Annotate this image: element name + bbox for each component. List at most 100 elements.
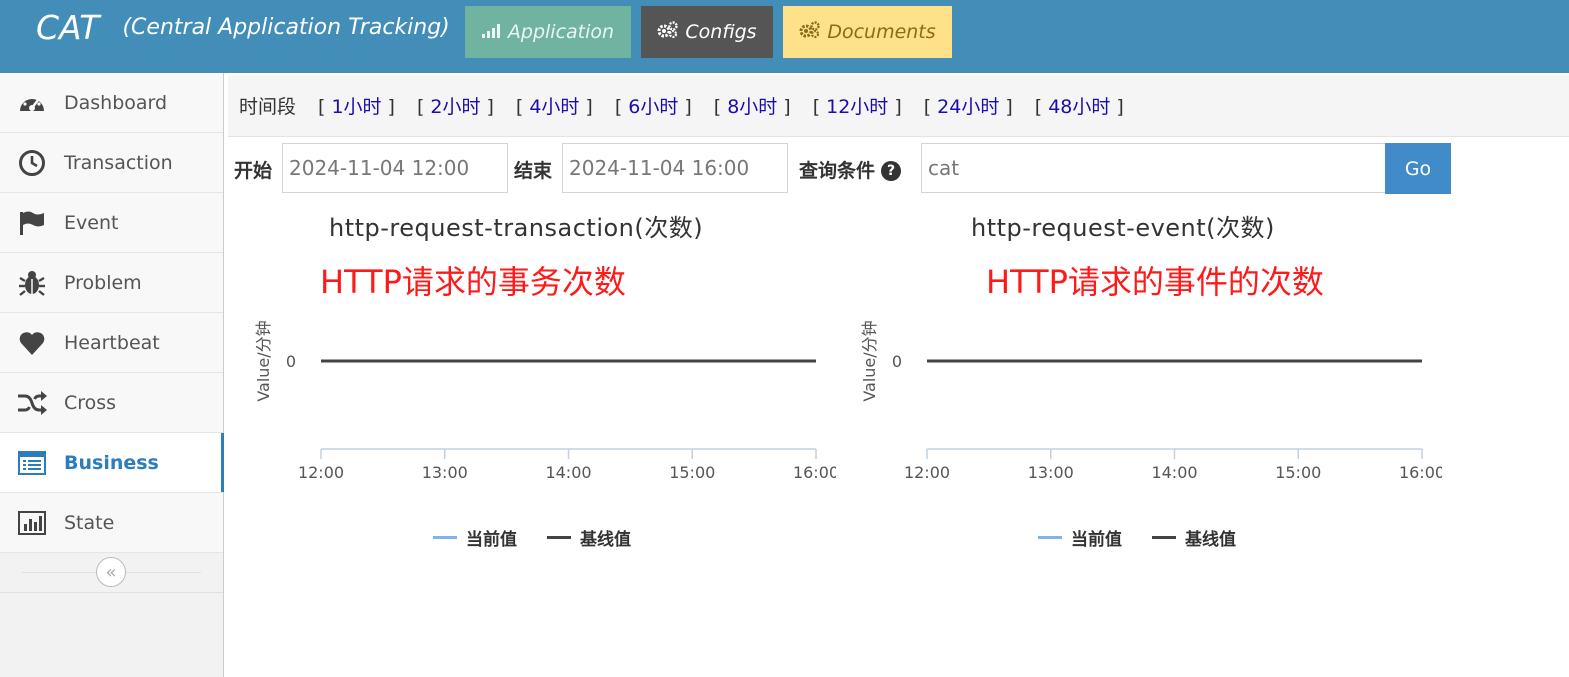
- condition-label-group: 查询条件?: [799, 156, 902, 183]
- legend-swatch: [433, 536, 457, 539]
- range-12h: [12小时]: [812, 96, 902, 118]
- y-axis-title: Value/分钟: [254, 320, 273, 401]
- x-tick-label: 16:00: [1399, 463, 1442, 482]
- bar-chart-icon: [0, 510, 64, 535]
- legend-item-current[interactable]: 当前值: [1038, 525, 1122, 550]
- sidebar-item-label: Business: [64, 451, 159, 474]
- condition-label: 查询条件: [799, 160, 876, 182]
- chart-annotation: HTTP请求的事件的次数: [986, 263, 1324, 301]
- chart-event-svg: 12:00 13:00 14:00 15:00 16:00 0 Value/分钟: [860, 320, 1442, 482]
- nav-documents-label: Documents: [827, 21, 936, 43]
- sidebar-item-event[interactable]: Event: [0, 193, 223, 253]
- brand-subtitle: (Central Application Tracking): [122, 15, 450, 40]
- legend-label: 当前值: [1071, 530, 1122, 550]
- range-4h: [4小时]: [515, 96, 593, 118]
- sidebar-collapse-row: «: [0, 553, 223, 593]
- y-tick-label: 0: [286, 352, 296, 371]
- start-label: 开始: [234, 160, 273, 182]
- chart-annotation: HTTP请求的事务次数: [320, 263, 626, 301]
- nav-configs-label: Configs: [685, 21, 757, 43]
- range-4h-link[interactable]: 4小时: [529, 96, 579, 118]
- range-2h: [2小时]: [416, 96, 494, 118]
- range-6h-link[interactable]: 6小时: [628, 96, 678, 118]
- sidebar-item-label: State: [64, 511, 115, 534]
- list-icon: [0, 450, 64, 475]
- chart-transaction: 12:00 13:00 14:00 15:00 16:00 0 Value/分钟 http-…: [236, 200, 836, 560]
- legend-item-baseline[interactable]: 基线值: [547, 525, 631, 550]
- sidebar-item-dashboard[interactable]: Dashboard: [0, 73, 223, 133]
- chart-legend: 当前值 基线值: [433, 525, 661, 550]
- legend-item-baseline[interactable]: 基线值: [1152, 525, 1236, 550]
- y-tick-label: 0: [892, 352, 902, 371]
- start-time-input[interactable]: 2024-11-04 12:00: [282, 143, 508, 193]
- query-row: 开始 2024-11-04 12:00 结束 2024-11-04 16:00 …: [0, 143, 1569, 194]
- legend-item-current[interactable]: 当前值: [433, 525, 517, 550]
- gears-icon: [799, 20, 821, 44]
- range-2h-link[interactable]: 2小时: [430, 96, 480, 118]
- brand-name: CAT: [36, 8, 100, 47]
- x-tick-label: 15:00: [1275, 463, 1321, 482]
- x-tick-label: 12:00: [298, 463, 344, 482]
- legend-swatch: [1038, 536, 1062, 539]
- nav-application-button[interactable]: Application: [465, 6, 631, 58]
- signal-bars-icon: [481, 21, 502, 43]
- gears-icon: [657, 20, 679, 44]
- nav-application-label: Application: [507, 21, 615, 43]
- range-12h-link[interactable]: 12小时: [826, 96, 888, 118]
- time-range-bar: 时间段 [1小时] [2小时] [4小时] [6小时] [8小时] [12小时]…: [228, 75, 1569, 137]
- chart-title: http-request-transaction(次数): [329, 214, 704, 242]
- legend-label: 基线值: [1185, 530, 1236, 550]
- range-24h-link[interactable]: 24小时: [937, 96, 999, 118]
- nav-documents-button[interactable]: Documents: [783, 6, 952, 58]
- range-6h: [6小时]: [614, 96, 692, 118]
- end-label: 结束: [514, 160, 553, 182]
- sidebar-item-problem[interactable]: Problem: [0, 253, 223, 313]
- bug-icon: [0, 269, 64, 297]
- sidebar-item-cross[interactable]: Cross: [0, 373, 223, 433]
- end-time-input[interactable]: 2024-11-04 16:00: [562, 143, 788, 193]
- x-tick-label: 16:00: [793, 463, 836, 482]
- question-circle-icon[interactable]: ?: [881, 161, 902, 181]
- range-1h-link[interactable]: 1小时: [331, 96, 381, 118]
- legend-swatch: [547, 536, 571, 539]
- sidebar-item-heartbeat[interactable]: Heartbeat: [0, 313, 223, 373]
- sidebar-item-state[interactable]: State: [0, 493, 223, 553]
- range-48h: [48小时]: [1034, 96, 1124, 118]
- x-tick-label: 14:00: [1151, 463, 1197, 482]
- double-angle-left-icon[interactable]: «: [96, 557, 126, 587]
- x-tick-label: 12:00: [904, 463, 950, 482]
- y-axis-title: Value/分钟: [860, 320, 879, 401]
- range-1h: [1小时]: [318, 96, 395, 118]
- x-tick-label: 13:00: [422, 463, 468, 482]
- sidebar-item-business[interactable]: Business: [0, 433, 224, 493]
- range-8h: [8小时]: [713, 96, 791, 118]
- sidebar-item-label: Heartbeat: [64, 331, 160, 354]
- heart-icon: [0, 330, 64, 356]
- x-tick-label: 14:00: [545, 463, 591, 482]
- range-48h-link[interactable]: 48小时: [1048, 96, 1110, 118]
- chart-title: http-request-event(次数): [971, 214, 1275, 242]
- time-range-label: 时间段: [239, 96, 297, 118]
- query-condition-input[interactable]: cat: [921, 143, 1386, 193]
- x-tick-label: 13:00: [1028, 463, 1074, 482]
- legend-label: 基线值: [580, 530, 631, 550]
- chart-legend: 当前值 基线值: [1038, 525, 1266, 550]
- sidebar-item-label: Problem: [64, 271, 142, 294]
- nav-configs-button[interactable]: Configs: [641, 6, 773, 58]
- tachometer-icon: [0, 91, 64, 115]
- sidebar-item-label: Cross: [64, 391, 117, 414]
- go-button[interactable]: Go: [1385, 143, 1451, 194]
- sidebar-item-label: Dashboard: [64, 91, 168, 114]
- flag-icon: [0, 210, 64, 236]
- x-tick-label: 15:00: [669, 463, 715, 482]
- chart-transaction-svg: 12:00 13:00 14:00 15:00 16:00 0 Value/分钟: [254, 320, 836, 482]
- sidebar-item-label: Event: [64, 211, 119, 234]
- range-24h: [24小时]: [923, 96, 1013, 118]
- chart-event: 12:00 13:00 14:00 15:00 16:00 0 Value/分钟 http-…: [842, 200, 1442, 560]
- legend-swatch: [1152, 536, 1176, 539]
- legend-label: 当前值: [466, 530, 517, 550]
- range-8h-link[interactable]: 8小时: [727, 96, 777, 118]
- random-icon: [0, 390, 64, 415]
- top-navbar: CAT (Central Application Tracking) Appli…: [0, 0, 1569, 73]
- brand[interactable]: CAT (Central Application Tracking): [36, 8, 450, 47]
